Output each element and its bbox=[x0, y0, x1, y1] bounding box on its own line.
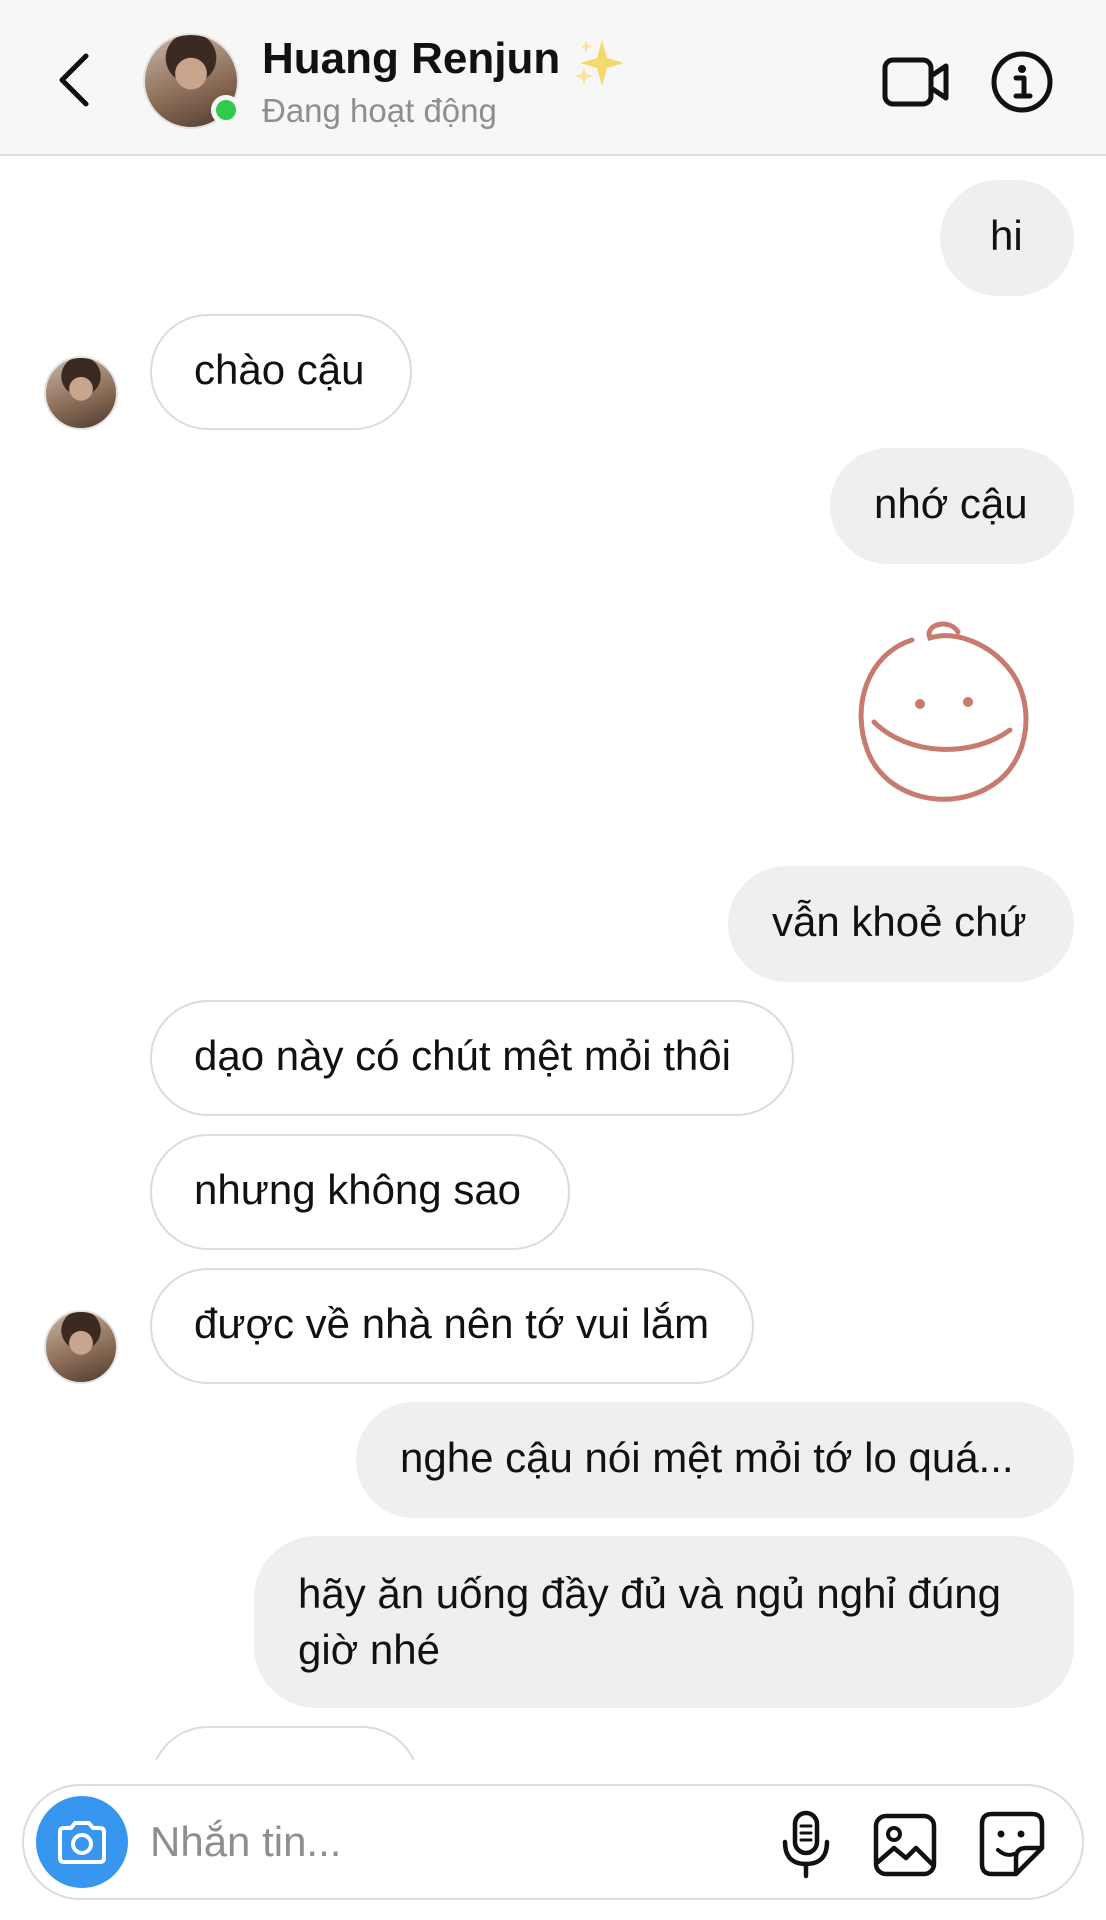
gallery-icon bbox=[873, 1813, 937, 1877]
outgoing-message[interactable]: nhớ cậu bbox=[830, 448, 1074, 564]
video-call-icon bbox=[882, 57, 949, 107]
activity-status: Đang hoạt động bbox=[262, 92, 497, 129]
chevron-left-icon bbox=[59, 53, 89, 107]
message-text-line-1: hãy ăn uống đầy đủ và ngủ nghỉ đúng bbox=[298, 1570, 1001, 1617]
message-text: được về nhà nên tớ vui lắm bbox=[194, 1300, 710, 1347]
message-text-line-2: giờ nhé bbox=[298, 1626, 440, 1673]
microphone-icon bbox=[782, 1810, 830, 1879]
message-composer bbox=[22, 1784, 1084, 1900]
message-text: dạo này có chút mệt mỏi thôi bbox=[194, 1032, 731, 1079]
sticker-button[interactable] bbox=[978, 1810, 1046, 1878]
message-text: hi bbox=[990, 212, 1023, 259]
outgoing-message[interactable]: hi bbox=[940, 180, 1074, 296]
message-text: vẫn khoẻ chứ bbox=[772, 898, 1027, 945]
incoming-message-partial[interactable] bbox=[150, 1726, 420, 1760]
incoming-message[interactable]: nhưng không sao bbox=[150, 1134, 570, 1250]
incoming-message[interactable]: dạo này có chút mệt mỏi thôi bbox=[150, 1000, 794, 1116]
online-indicator bbox=[211, 95, 241, 125]
outgoing-message[interactable]: hãy ăn uống đầy đủ và ngủ nghỉ đúng giờ … bbox=[254, 1536, 1074, 1708]
contact-avatar[interactable] bbox=[143, 33, 241, 129]
info-icon bbox=[991, 51, 1053, 113]
outgoing-message[interactable]: vẫn khoẻ chứ bbox=[728, 866, 1074, 982]
smiley-face-sticker[interactable] bbox=[846, 618, 1036, 818]
incoming-message[interactable]: chào cậu bbox=[150, 314, 412, 430]
outgoing-message[interactable]: nghe cậu nói mệt mỏi tớ lo quá... bbox=[356, 1402, 1074, 1518]
video-call-button[interactable] bbox=[882, 54, 950, 110]
incoming-message[interactable]: được về nhà nên tớ vui lắm bbox=[150, 1268, 754, 1384]
chat-header: Huang Renjun Đang hoạt động bbox=[0, 0, 1106, 156]
message-thread[interactable]: hi chào cậu nhớ cậu vẫn khoẻ chứ dạo này… bbox=[0, 156, 1106, 1760]
message-input[interactable] bbox=[150, 1812, 750, 1872]
message-text: nghe cậu nói mệt mỏi tớ lo quá... bbox=[400, 1434, 1014, 1481]
message-text: nhưng không sao bbox=[194, 1166, 522, 1213]
voice-message-button[interactable] bbox=[776, 1810, 836, 1880]
camera-button[interactable] bbox=[36, 1796, 128, 1888]
back-button[interactable] bbox=[48, 48, 100, 112]
contact-avatar-small bbox=[44, 356, 118, 430]
sparkles-icon bbox=[574, 40, 624, 86]
contact-avatar-small bbox=[44, 1310, 118, 1384]
camera-icon bbox=[58, 1821, 106, 1864]
sticker-icon bbox=[979, 1811, 1045, 1877]
contact-name[interactable]: Huang Renjun bbox=[262, 34, 560, 84]
message-text: nhớ cậu bbox=[874, 480, 1028, 527]
info-button[interactable] bbox=[990, 50, 1054, 114]
gallery-button[interactable] bbox=[872, 1812, 938, 1878]
message-text: chào cậu bbox=[194, 346, 365, 393]
